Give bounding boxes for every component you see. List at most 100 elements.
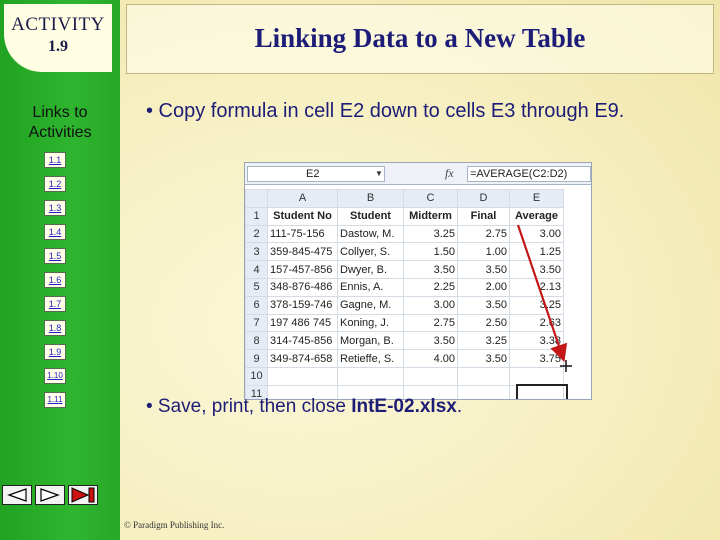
- activity-link-1-4[interactable]: 1.4: [44, 224, 66, 240]
- cell[interactable]: 2.75: [457, 224, 510, 244]
- cell[interactable]: 3.25: [457, 331, 510, 351]
- sidebar: ACTIVITY 1.9 Links to Activities 1.1 1.2 1…: [0, 0, 120, 540]
- activity-link-1-7[interactable]: 1.7: [44, 296, 66, 312]
- row-header[interactable]: 8: [245, 331, 268, 351]
- row-header[interactable]: 4: [245, 260, 268, 279]
- row-header[interactable]: 5: [245, 277, 268, 297]
- row-header[interactable]: 1: [245, 206, 268, 226]
- cell[interactable]: Morgan, B.: [337, 331, 404, 351]
- spreadsheet: E2 ▼ fx =AVERAGE(C2:D2) A B C D E 1 Student No…: [244, 162, 592, 400]
- cell[interactable]: 197 486 745: [267, 313, 338, 333]
- skip-to-end-icon: [71, 487, 95, 503]
- row-header[interactable]: 7: [245, 313, 268, 333]
- instruction-save-print: • Save, print, then close IntE-02.xlsx.: [146, 396, 462, 418]
- cell[interactable]: 3.00: [509, 224, 564, 244]
- activity-link-1-8[interactable]: 1.8: [44, 320, 66, 336]
- cell[interactable]: Gagne, M.: [337, 295, 404, 315]
- cell[interactable]: 3.50: [457, 349, 510, 368]
- cell[interactable]: 348-876-486: [267, 277, 338, 297]
- insert-function-icon[interactable]: fx: [445, 166, 454, 181]
- cell[interactable]: [509, 366, 564, 386]
- cell[interactable]: [337, 366, 404, 386]
- activity-badge: ACTIVITY 1.9: [4, 4, 112, 72]
- cell[interactable]: 4.00: [403, 349, 458, 368]
- cell[interactable]: Dastow, M.: [337, 224, 404, 244]
- cell[interactable]: Ennis, A.: [337, 277, 404, 297]
- activity-link-1-5[interactable]: 1.5: [44, 248, 66, 264]
- cell[interactable]: 3.50: [457, 260, 510, 279]
- cell[interactable]: Collyer, S.: [337, 242, 404, 262]
- cell[interactable]: 3.00: [403, 295, 458, 315]
- title-box: Linking Data to a New Table: [126, 4, 714, 74]
- cell[interactable]: 378-159-746: [267, 295, 338, 315]
- formula-input[interactable]: =AVERAGE(C2:D2): [467, 166, 591, 182]
- cell[interactable]: Final: [457, 206, 510, 226]
- formula-bar: E2 ▼ fx =AVERAGE(C2:D2): [245, 163, 591, 185]
- activity-link-1-6[interactable]: 1.6: [44, 272, 66, 288]
- cell[interactable]: 3.50: [509, 260, 564, 279]
- last-slide-button[interactable]: [68, 485, 98, 505]
- row-header[interactable]: 6: [245, 295, 268, 315]
- activity-link-1-1[interactable]: 1.1: [44, 152, 66, 168]
- row-header[interactable]: 3: [245, 242, 268, 262]
- row-header[interactable]: 9: [245, 349, 268, 368]
- column-header[interactable]: A: [267, 189, 338, 208]
- cell[interactable]: [403, 366, 458, 386]
- cell[interactable]: 3.25: [509, 295, 564, 315]
- name-box[interactable]: E2: [247, 166, 385, 182]
- cell[interactable]: 314-745-856: [267, 331, 338, 351]
- cell[interactable]: Student: [337, 206, 404, 226]
- activity-link-1-3[interactable]: 1.3: [44, 200, 66, 216]
- column-header[interactable]: B: [337, 189, 404, 208]
- cell[interactable]: 157-457-856: [267, 260, 338, 279]
- table-row: 7 197 486 745 Koning, J. 2.75 2.50 2.63: [245, 313, 564, 333]
- cell[interactable]: 3.50: [457, 295, 510, 315]
- cell[interactable]: Koning, J.: [337, 313, 404, 333]
- cell[interactable]: Student No: [267, 206, 338, 226]
- next-slide-button[interactable]: [35, 485, 65, 505]
- instruction-copy-formula: • Copy formula in cell E2 down to cells …: [146, 100, 625, 122]
- column-header[interactable]: [245, 189, 268, 208]
- cell[interactable]: 2.50: [457, 313, 510, 333]
- cell[interactable]: 3.38: [509, 331, 564, 351]
- table-row: 1 Student No Student Midterm Final Average: [245, 206, 564, 226]
- cell[interactable]: 1.00: [457, 242, 510, 262]
- cell[interactable]: [509, 384, 564, 399]
- triangle-right-icon: [40, 488, 60, 502]
- cell[interactable]: 2.25: [403, 277, 458, 297]
- cell[interactable]: Dwyer, B.: [337, 260, 404, 279]
- cell[interactable]: 349-874-658: [267, 349, 338, 368]
- cell[interactable]: 111-75-156: [267, 224, 338, 244]
- cell[interactable]: Midterm: [403, 206, 458, 226]
- activity-link-1-11[interactable]: 1.11: [44, 392, 66, 408]
- table-row: 6 378-159-746 Gagne, M. 3.00 3.50 3.25: [245, 295, 564, 315]
- cell[interactable]: 2.13: [509, 277, 564, 297]
- activity-link-1-10[interactable]: 1.10: [44, 368, 66, 384]
- cell[interactable]: [267, 366, 338, 386]
- cell[interactable]: 1.25: [509, 242, 564, 262]
- cell[interactable]: [457, 384, 510, 399]
- cell[interactable]: 3.50: [403, 260, 458, 279]
- links-heading: Links to Activities: [28, 104, 92, 141]
- previous-slide-button[interactable]: [2, 485, 32, 505]
- cell[interactable]: 2.63: [509, 313, 564, 333]
- cell[interactable]: 1.50: [403, 242, 458, 262]
- cell[interactable]: 3.75: [509, 349, 564, 368]
- activity-link-1-2[interactable]: 1.2: [44, 176, 66, 192]
- cell[interactable]: Retieffe, S.: [337, 349, 404, 368]
- column-header[interactable]: E: [509, 189, 564, 208]
- row-header[interactable]: 10: [245, 366, 268, 386]
- file-name: IntE-02.xlsx: [351, 396, 457, 417]
- cell[interactable]: 3.25: [403, 224, 458, 244]
- row-header[interactable]: 2: [245, 224, 268, 244]
- cell[interactable]: 2.75: [403, 313, 458, 333]
- column-header[interactable]: D: [457, 189, 510, 208]
- cell[interactable]: 2.00: [457, 277, 510, 297]
- dropdown-arrow-icon[interactable]: ▼: [375, 169, 383, 178]
- cell[interactable]: 3.50: [403, 331, 458, 351]
- cell[interactable]: [457, 366, 510, 386]
- activity-link-1-9[interactable]: 1.9: [44, 344, 66, 360]
- cell[interactable]: Average: [509, 206, 564, 226]
- column-header[interactable]: C: [403, 189, 458, 208]
- cell[interactable]: 359-845-475: [267, 242, 338, 262]
